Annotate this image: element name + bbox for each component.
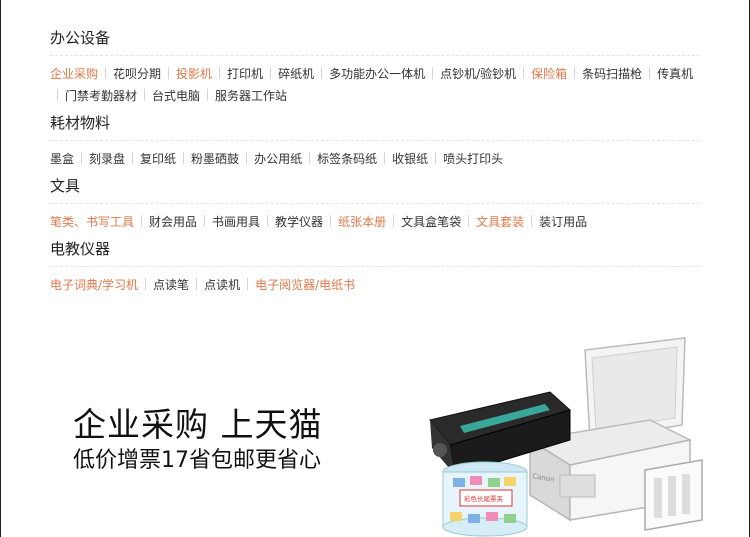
category-link[interactable]: 喷头打印头 <box>443 148 503 170</box>
category-catalog: 办公设备 企业采购 花呗分期 投影机 打印机 碎纸机 多功能办公一体机 点钞机/验钞机 保险箱… <box>50 28 700 302</box>
link-separator <box>384 152 386 164</box>
category-links: 电子词典/学习机 点读笔 点读机 电子阅览器/电纸书 <box>50 274 700 296</box>
link-separator <box>309 152 311 164</box>
link-separator <box>145 278 147 290</box>
category-links: 企业采购 花呗分期 投影机 打印机 碎纸机 多功能办公一体机 点钞机/验钞机 保险箱 条码扫描枪… <box>50 63 700 107</box>
binder-clip-jar-illustration: 彩色长尾票夹 <box>442 461 528 537</box>
category-section-stationery: 文具 笔类、书写工具 财会用品 书画用具 教学仪器 纸张本册 文具盒笔袋 文具套装 装订用品 <box>50 176 700 233</box>
category-link[interactable]: 点钞机/验钞机 <box>440 63 516 85</box>
category-link[interactable]: 门禁考勤器材 <box>65 85 137 107</box>
section-title: 耗材物料 <box>50 114 111 132</box>
link-separator <box>196 278 198 290</box>
category-link[interactable]: 电子阅览器/电纸书 <box>255 274 355 296</box>
category-link[interactable]: 复印纸 <box>140 148 176 170</box>
link-separator <box>247 278 249 290</box>
category-link[interactable]: 台式电脑 <box>152 85 200 107</box>
category-section-education-devices: 电教仪器 电子词典/学习机 点读笔 点读机 电子阅览器/电纸书 <box>50 239 700 296</box>
category-link[interactable]: 笔类、书写工具 <box>50 211 134 233</box>
category-section-office-equipment: 办公设备 企业采购 花呗分期 投影机 打印机 碎纸机 多功能办公一体机 点钞机/验钞机 保险箱… <box>50 28 700 107</box>
category-links: 笔类、书写工具 财会用品 书画用具 教学仪器 纸张本册 文具盒笔袋 文具套装 装订用品 <box>50 211 700 233</box>
link-separator <box>270 67 272 79</box>
category-link[interactable]: 文具套装 <box>476 211 524 233</box>
link-separator <box>393 215 395 227</box>
banner-headline: 企业采购 上天猫 <box>73 405 323 444</box>
category-section-consumables: 耗材物料 墨盒 刻录盘 复印纸 粉墨硒鼓 办公用纸 标签条码纸 收银纸 喷头打印头 <box>50 113 700 170</box>
section-title: 办公设备 <box>50 29 111 47</box>
link-separator <box>183 152 185 164</box>
category-link[interactable]: 打印机 <box>227 63 263 85</box>
link-separator <box>330 215 332 227</box>
link-separator <box>468 215 470 227</box>
category-link[interactable]: 保险箱 <box>531 63 567 85</box>
banner-subline: 低价增票17省包邮更省心 <box>73 448 321 473</box>
divider <box>50 203 700 204</box>
category-link[interactable]: 财会用品 <box>149 211 197 233</box>
category-link[interactable]: 粉墨硒鼓 <box>191 148 239 170</box>
section-title: 电教仪器 <box>50 240 111 258</box>
category-link[interactable]: 教学仪器 <box>275 211 323 233</box>
link-separator <box>168 67 170 79</box>
link-separator <box>132 152 134 164</box>
category-link[interactable]: 企业采购 <box>50 63 98 85</box>
category-link[interactable]: 装订用品 <box>539 211 587 233</box>
category-link[interactable]: 电子词典/学习机 <box>50 274 138 296</box>
category-links: 墨盒 刻录盘 复印纸 粉墨硒鼓 办公用纸 标签条码纸 收银纸 喷头打印头 <box>50 148 700 170</box>
link-separator <box>141 215 143 227</box>
link-separator <box>57 89 58 101</box>
link-separator <box>81 152 83 164</box>
divider <box>50 55 700 56</box>
category-link[interactable]: 条码扫描枪 <box>582 63 642 85</box>
link-separator <box>207 89 209 101</box>
divider <box>50 266 700 267</box>
link-separator <box>574 67 576 79</box>
category-link[interactable]: 投影机 <box>176 63 212 85</box>
jar-label-text: 彩色长尾票夹 <box>464 494 504 503</box>
category-link[interactable]: 书画用具 <box>212 211 260 233</box>
category-link[interactable]: 碎纸机 <box>278 63 314 85</box>
link-separator <box>531 215 533 227</box>
category-link[interactable]: 办公用纸 <box>254 148 302 170</box>
link-separator <box>523 67 525 79</box>
link-separator <box>321 67 323 79</box>
category-link[interactable]: 花呗分期 <box>113 63 161 85</box>
category-link[interactable]: 刻录盘 <box>89 148 125 170</box>
divider <box>50 140 700 141</box>
link-separator <box>435 152 437 164</box>
section-title: 文具 <box>50 177 81 195</box>
link-separator <box>105 67 107 79</box>
category-link[interactable]: 传真机 <box>657 63 693 85</box>
link-separator <box>144 89 146 101</box>
category-link[interactable]: 文具盒笔袋 <box>401 211 461 233</box>
link-separator <box>204 215 206 227</box>
office-products-illustration: Canon 彩色长尾票夹 <box>429 337 703 537</box>
link-separator <box>432 67 434 79</box>
category-link[interactable]: 纸张本册 <box>338 211 386 233</box>
category-link[interactable]: 点读笔 <box>153 274 189 296</box>
category-link[interactable]: 墨盒 <box>50 148 74 170</box>
link-separator <box>219 67 221 79</box>
category-link[interactable]: 服务器工作站 <box>215 85 287 107</box>
link-separator <box>649 67 651 79</box>
category-link[interactable]: 点读机 <box>204 274 240 296</box>
link-separator <box>246 152 248 164</box>
category-link[interactable]: 收银纸 <box>392 148 428 170</box>
link-separator <box>267 215 269 227</box>
promo-banner[interactable]: 企业采购 上天猫 低价增票17省包邮更省心 Canon 彩色长尾票夹 <box>0 325 750 537</box>
category-link[interactable]: 标签条码纸 <box>317 148 377 170</box>
category-link[interactable]: 多功能办公一体机 <box>329 63 425 85</box>
